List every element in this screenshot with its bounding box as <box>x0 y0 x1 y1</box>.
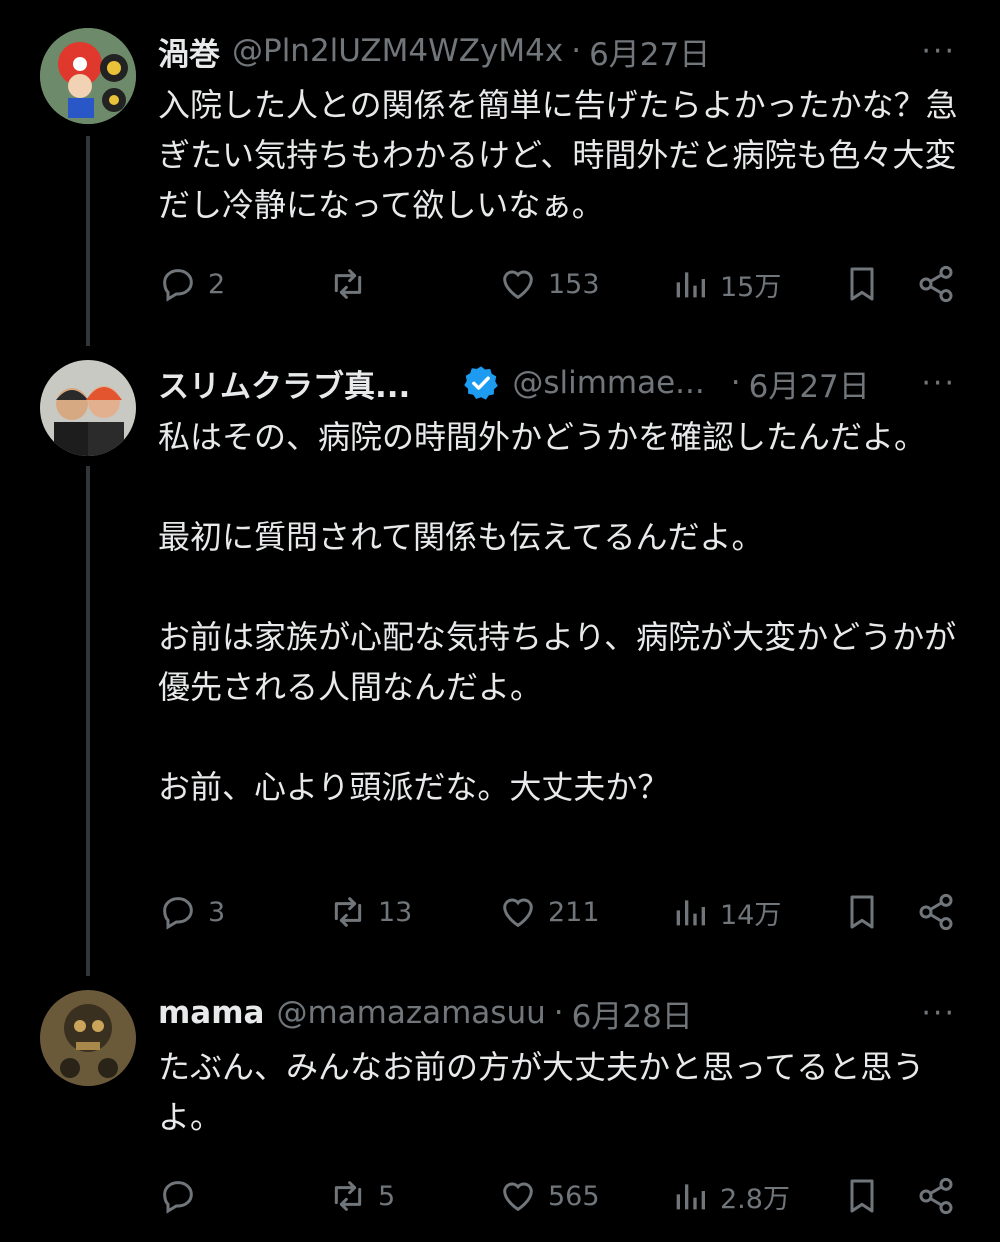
more-icon[interactable]: ··· <box>921 34 956 69</box>
action-bar: 3 13 211 14万 <box>158 890 958 934</box>
retweet-count: 5 <box>378 1180 396 1212</box>
action-bar: 2 153 15万 <box>158 262 958 306</box>
retweet-button[interactable] <box>328 262 378 306</box>
like-icon <box>498 892 538 932</box>
share-icon <box>916 892 956 932</box>
reply-count: 3 <box>208 896 226 928</box>
tweet-item[interactable]: スリムクラブ真... @slimmae... · 6月27日 ··· 私はその、… <box>0 360 1000 940</box>
avatar[interactable] <box>40 28 136 124</box>
reply-icon <box>158 264 198 304</box>
tweet-header: mama @mamazamasuu · 6月28日 <box>158 990 693 1036</box>
tweet-item[interactable]: mama @mamazamasuu · 6月28日 ··· たぶん、みんなお前の… <box>0 990 1000 1230</box>
like-icon <box>498 264 538 304</box>
views-icon <box>670 264 710 304</box>
tweet-text: たぶん、みんなお前の方が大丈夫かと思ってると思うよ。 <box>158 1048 925 1136</box>
bookmark-button[interactable] <box>842 262 892 306</box>
like-count: 211 <box>548 896 600 928</box>
like-button[interactable]: 211 <box>498 890 600 934</box>
avatar[interactable] <box>40 990 136 1086</box>
verified-badge-icon <box>464 366 499 400</box>
views-button[interactable]: 15万 <box>670 262 781 306</box>
user-handle[interactable]: @Pln2lUZM4WZyM4x <box>232 33 563 69</box>
views-button[interactable]: 2.8万 <box>670 1174 790 1218</box>
separator-dot: · <box>730 365 741 401</box>
like-icon <box>498 1176 538 1216</box>
display-name[interactable]: スリムクラブ真... <box>158 361 410 406</box>
bookmark-button[interactable] <box>842 890 892 934</box>
tweet-header: スリムクラブ真... @slimmae... · 6月27日 <box>158 360 870 406</box>
bookmark-icon <box>842 1176 882 1216</box>
reply-button[interactable]: 2 <box>158 262 225 306</box>
tweet-header: 渦巻 @Pln2lUZM4WZyM4x · 6月27日 <box>158 28 710 74</box>
bookmark-icon <box>842 264 882 304</box>
more-icon[interactable]: ··· <box>921 366 956 401</box>
more-icon[interactable]: ··· <box>921 996 956 1031</box>
retweet-button[interactable]: 5 <box>328 1174 395 1218</box>
separator-dot: · <box>553 995 564 1031</box>
reply-button[interactable] <box>158 1174 208 1218</box>
share-icon <box>916 1176 956 1216</box>
bookmark-icon <box>842 892 882 932</box>
reply-count: 2 <box>208 268 226 300</box>
like-count: 565 <box>548 1180 600 1212</box>
like-button[interactable]: 153 <box>498 262 600 306</box>
avatar[interactable] <box>40 360 136 456</box>
reply-icon <box>158 1176 198 1216</box>
user-handle[interactable]: @mamazamasuu <box>276 995 545 1031</box>
display-name[interactable]: mama <box>158 995 264 1031</box>
retweet-icon <box>328 1176 368 1216</box>
like-button[interactable]: 565 <box>498 1174 600 1218</box>
separator-dot: · <box>571 33 582 69</box>
view-count: 2.8万 <box>720 1183 790 1215</box>
share-button[interactable] <box>916 890 966 934</box>
view-count: 14万 <box>720 899 782 931</box>
reply-button[interactable]: 3 <box>158 890 225 934</box>
views-icon <box>670 1176 710 1216</box>
retweet-icon <box>328 264 368 304</box>
tweet-item[interactable]: 渦巻 @Pln2lUZM4WZyM4x · 6月27日 ··· 入院した人との関… <box>0 28 1000 318</box>
retweet-count: 13 <box>378 896 413 928</box>
share-button[interactable] <box>916 1174 966 1218</box>
views-button[interactable]: 14万 <box>670 890 781 934</box>
user-handle[interactable]: @slimmae... <box>512 365 704 401</box>
views-icon <box>670 892 710 932</box>
share-button[interactable] <box>916 262 966 306</box>
share-icon <box>916 264 956 304</box>
like-count: 153 <box>548 268 600 300</box>
tweet-text: 入院した人との関係を簡単に告げたらよかったかな？急ぎたい気持ちもわかるけど、時間… <box>158 86 958 224</box>
retweet-icon <box>328 892 368 932</box>
bookmark-button[interactable] <box>842 1174 892 1218</box>
tweet-text: 私はその、病院の時間外かどうかを確認したんだよ。 最初に質問されて関係も伝えてる… <box>158 418 957 806</box>
view-count: 15万 <box>720 271 782 303</box>
post-date[interactable]: 6月28日 <box>572 991 693 1036</box>
display-name[interactable]: 渦巻 <box>158 29 220 74</box>
post-date[interactable]: 6月27日 <box>589 29 710 74</box>
reply-icon <box>158 892 198 932</box>
retweet-button[interactable]: 13 <box>328 890 412 934</box>
post-date[interactable]: 6月27日 <box>749 361 870 406</box>
action-bar: 5 565 2.8万 <box>158 1174 958 1218</box>
